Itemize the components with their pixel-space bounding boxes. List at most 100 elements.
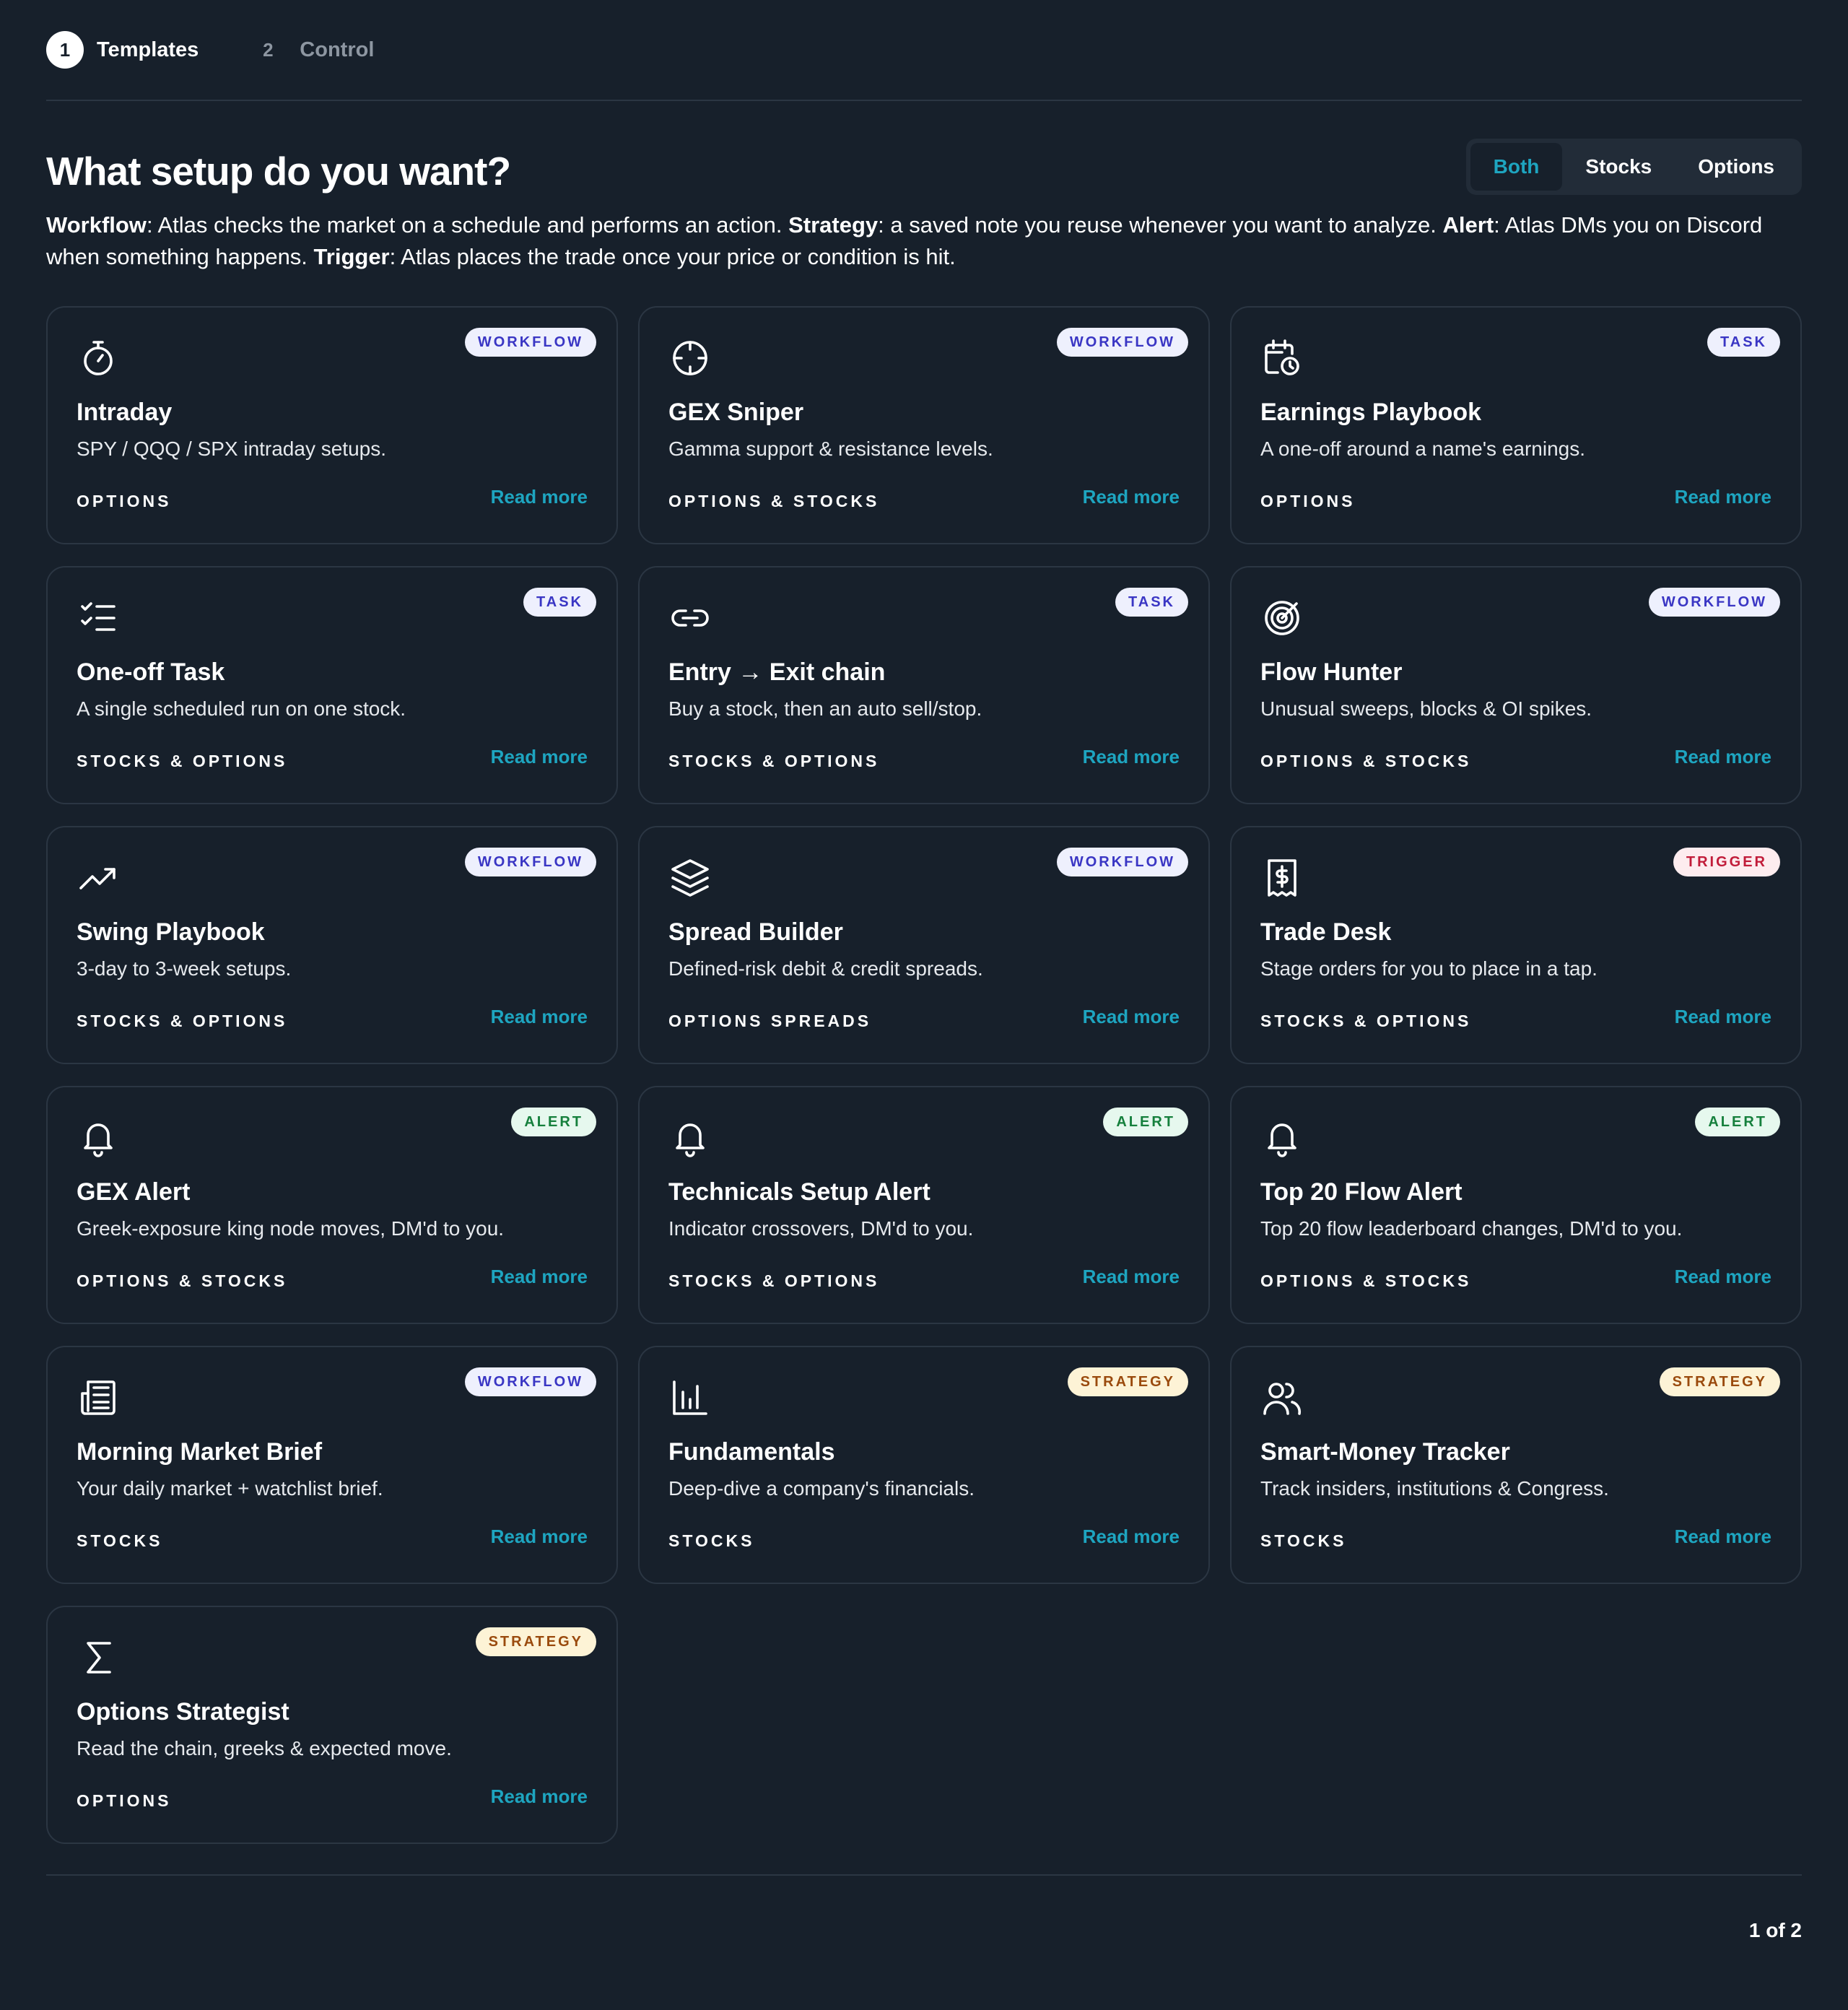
template-card-one-off-task[interactable]: TASK One-off Task A single scheduled run o…	[46, 566, 618, 804]
filter-stocks-button[interactable]: Stocks	[1562, 143, 1675, 191]
card-title: One-off Task	[77, 658, 225, 686]
template-card-earnings-playbook[interactable]: TASK Earnings Playbook A one-off around a …	[1230, 306, 1802, 544]
read-more-link[interactable]: Read more	[491, 486, 588, 508]
trending-up-icon	[77, 856, 120, 900]
card-description: Top 20 flow leaderboard changes, DM'd to…	[1260, 1217, 1683, 1240]
workflow-term: Workflow	[46, 212, 147, 238]
template-card-top-20-flow-alert[interactable]: ALERT Top 20 Flow Alert Top 20 flow leader…	[1230, 1086, 1802, 1324]
read-more-link[interactable]: Read more	[1675, 746, 1771, 768]
card-description: 3-day to 3-week setups.	[77, 957, 292, 980]
type-badge: ALERT	[1695, 1108, 1780, 1136]
card-title: Flow Hunter	[1260, 658, 1403, 686]
type-badge: TRIGGER	[1673, 848, 1780, 876]
bar-chart-icon	[668, 1376, 712, 1419]
card-market: STOCKS	[1260, 1531, 1347, 1550]
type-badge: ALERT	[1103, 1108, 1188, 1136]
card-title: Top 20 Flow Alert	[1260, 1178, 1463, 1206]
card-title: Swing Playbook	[77, 918, 265, 946]
footer-divider	[46, 1874, 1802, 1876]
card-market: OPTIONS & STOCKS	[668, 492, 880, 510]
card-market: STOCKS & OPTIONS	[77, 1011, 288, 1030]
type-badge: WORKFLOW	[464, 1367, 596, 1396]
stopwatch-icon	[77, 336, 120, 380]
step-templates[interactable]: 1 Templates	[46, 31, 199, 69]
header: What setup do you want? Both Stocks Opti…	[46, 139, 1802, 204]
template-card-options-strategist[interactable]: STRATEGY Options Strategist Read the chain…	[46, 1606, 618, 1844]
card-description: A one-off around a name's earnings.	[1260, 438, 1586, 460]
template-card-intraday[interactable]: WORKFLOW Intraday SPY / QQQ / SPX intraday…	[46, 306, 618, 544]
card-description: A single scheduled run on one stock.	[77, 697, 406, 720]
card-title: Morning Market Brief	[77, 1438, 323, 1466]
bell-icon	[668, 1116, 712, 1160]
card-market: OPTIONS & STOCKS	[1260, 1271, 1472, 1290]
read-more-link[interactable]: Read more	[1083, 746, 1180, 768]
card-title: GEX Alert	[77, 1178, 191, 1206]
trigger-term: Trigger	[313, 244, 390, 269]
trigger-text: : Atlas places the trade once your price…	[389, 244, 956, 269]
template-card-technicals-setup-alert[interactable]: ALERT Technicals Setup Alert Indicator cro…	[638, 1086, 1210, 1324]
read-more-link[interactable]: Read more	[1083, 486, 1180, 508]
type-badge: TASK	[523, 588, 596, 617]
card-description: Stage orders for you to place in a tap.	[1260, 957, 1598, 980]
layers-icon	[668, 856, 712, 900]
read-more-link[interactable]: Read more	[1083, 1266, 1180, 1288]
template-card-morning-market-brief[interactable]: WORKFLOW Morning Market Brief Your daily m…	[46, 1346, 618, 1584]
type-badge: WORKFLOW	[1056, 848, 1188, 876]
read-more-link[interactable]: Read more	[1083, 1526, 1180, 1548]
type-badge: WORKFLOW	[464, 848, 596, 876]
card-description: Your daily market + watchlist brief.	[77, 1477, 383, 1500]
card-title: Technicals Setup Alert	[668, 1178, 930, 1206]
template-card-trade-desk[interactable]: TRIGGER Trade Desk Stage orders for you to…	[1230, 826, 1802, 1064]
read-more-link[interactable]: Read more	[491, 1526, 588, 1548]
template-card-fundamentals[interactable]: STRATEGY Fundamentals Deep-dive a company'…	[638, 1346, 1210, 1584]
card-market: STOCKS & OPTIONS	[77, 752, 288, 770]
read-more-link[interactable]: Read more	[491, 1266, 588, 1288]
read-more-link[interactable]: Read more	[1675, 1006, 1771, 1028]
read-more-link[interactable]: Read more	[1675, 1526, 1771, 1548]
card-title: Trade Desk	[1260, 918, 1392, 946]
step-control[interactable]: 2 Control	[249, 31, 374, 69]
step-number: 2	[263, 38, 274, 61]
card-market: OPTIONS	[1260, 492, 1356, 510]
card-title: Smart-Money Tracker	[1260, 1438, 1510, 1466]
template-card-entry-exit-chain[interactable]: TASK Entry → Exit chain Buy a stock, then …	[638, 566, 1210, 804]
read-more-link[interactable]: Read more	[1675, 486, 1771, 508]
card-description: Greek-exposure king node moves, DM'd to …	[77, 1217, 505, 1240]
read-more-link[interactable]: Read more	[491, 1006, 588, 1028]
template-card-smart-money-tracker[interactable]: STRATEGY Smart-Money Tracker Track insider…	[1230, 1346, 1802, 1584]
receipt-dollar-icon	[1260, 856, 1304, 900]
card-market: STOCKS	[77, 1531, 163, 1550]
card-market: OPTIONS SPREADS	[668, 1011, 872, 1030]
filter-options-button[interactable]: Options	[1675, 143, 1797, 191]
strategy-text: : a saved note you reuse whenever you wa…	[878, 212, 1443, 238]
read-more-link[interactable]: Read more	[491, 1785, 588, 1808]
strategy-term: Strategy	[788, 212, 879, 238]
card-description: Deep-dive a company's financials.	[668, 1477, 975, 1500]
type-badge: STRATEGY	[475, 1627, 596, 1656]
bell-icon	[77, 1116, 120, 1160]
market-filter: Both Stocks Options	[1465, 139, 1802, 195]
newspaper-icon	[77, 1376, 120, 1419]
read-more-link[interactable]: Read more	[1675, 1266, 1771, 1288]
card-market: STOCKS & OPTIONS	[1260, 1011, 1472, 1030]
card-description: SPY / QQQ / SPX intraday setups.	[77, 438, 387, 460]
card-title: Fundamentals	[668, 1438, 835, 1466]
description: Workflow: Atlas checks the market on a s…	[46, 209, 1802, 273]
card-market: OPTIONS & STOCKS	[77, 1271, 288, 1290]
crosshair-icon	[668, 336, 712, 380]
read-more-link[interactable]: Read more	[491, 746, 588, 768]
template-card-gex-alert[interactable]: ALERT GEX Alert Greek-exposure king node m…	[46, 1086, 618, 1324]
filter-both-button[interactable]: Both	[1470, 143, 1563, 191]
type-badge: TASK	[1115, 588, 1188, 617]
read-more-link[interactable]: Read more	[1083, 1006, 1180, 1028]
card-market: OPTIONS & STOCKS	[1260, 752, 1472, 770]
card-description: Read the chain, greeks & expected move.	[77, 1737, 452, 1759]
type-badge: TASK	[1707, 328, 1780, 357]
template-card-spread-builder[interactable]: WORKFLOW Spread Builder Defined-risk debit…	[638, 826, 1210, 1064]
card-market: OPTIONS	[77, 1791, 172, 1810]
template-card-swing-playbook[interactable]: WORKFLOW Swing Playbook 3-day to 3-week se…	[46, 826, 618, 1064]
template-card-flow-hunter[interactable]: WORKFLOW Flow Hunter Unusual sweeps, block…	[1230, 566, 1802, 804]
template-card-gex-sniper[interactable]: WORKFLOW GEX Sniper Gamma support & resist…	[638, 306, 1210, 544]
card-description: Buy a stock, then an auto sell/stop.	[668, 697, 982, 720]
card-market: OPTIONS	[77, 492, 172, 510]
